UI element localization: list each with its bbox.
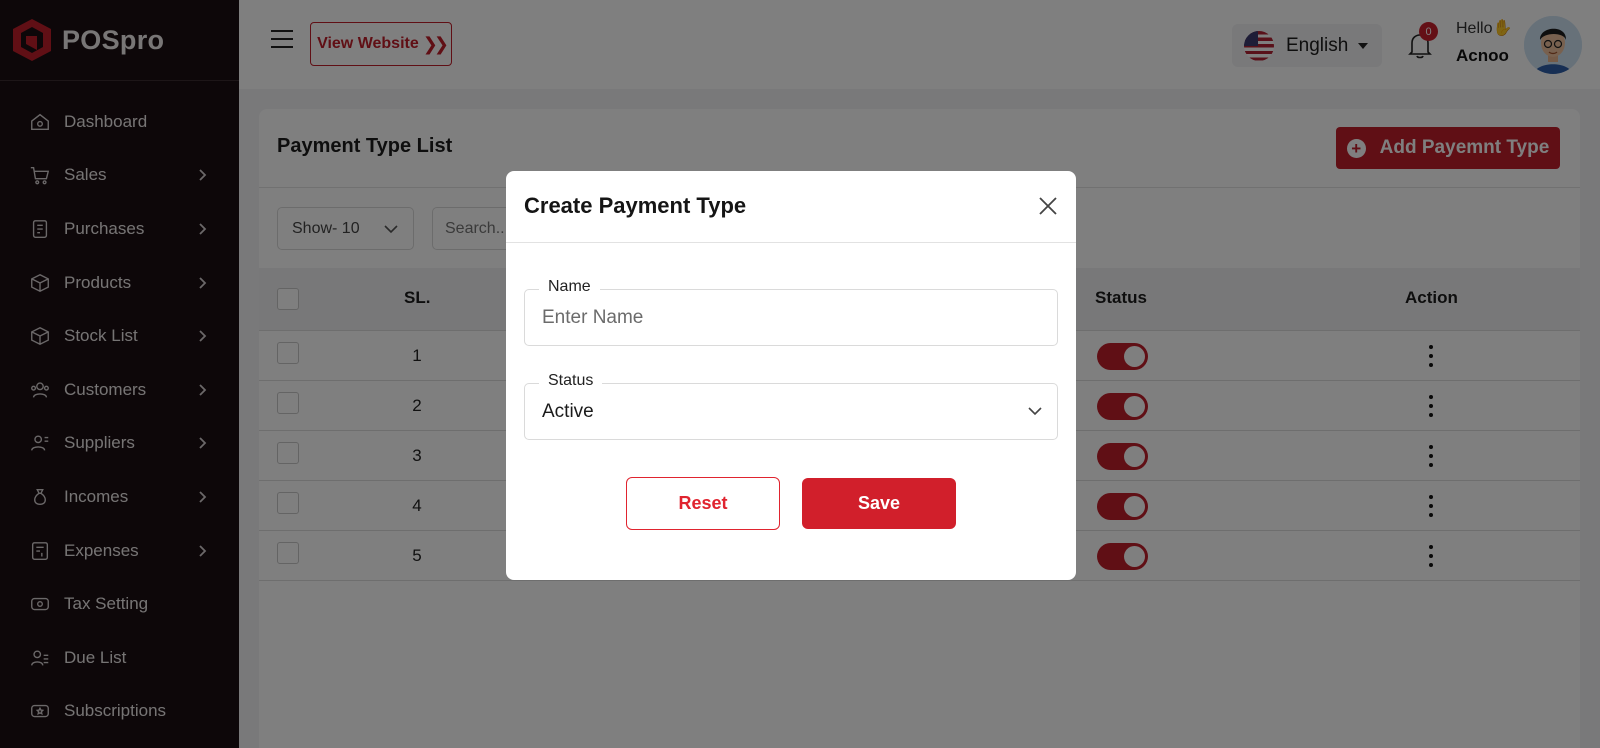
status-select[interactable]: Status Active [524, 372, 1058, 440]
close-icon[interactable] [1038, 196, 1060, 218]
status-value: Active [542, 401, 594, 422]
save-button[interactable]: Save [802, 478, 956, 529]
name-input[interactable] [542, 307, 1032, 329]
modal-title: Create Payment Type [524, 193, 747, 218]
chevron-down-icon [1028, 407, 1042, 416]
create-payment-type-modal: Create Payment Type Name Status Active R… [506, 171, 1076, 580]
status-label: Status [539, 372, 603, 390]
name-field: Name [524, 278, 1058, 346]
name-label: Name [539, 278, 600, 296]
modal-divider [506, 242, 1076, 243]
reset-button[interactable]: Reset [626, 477, 780, 530]
